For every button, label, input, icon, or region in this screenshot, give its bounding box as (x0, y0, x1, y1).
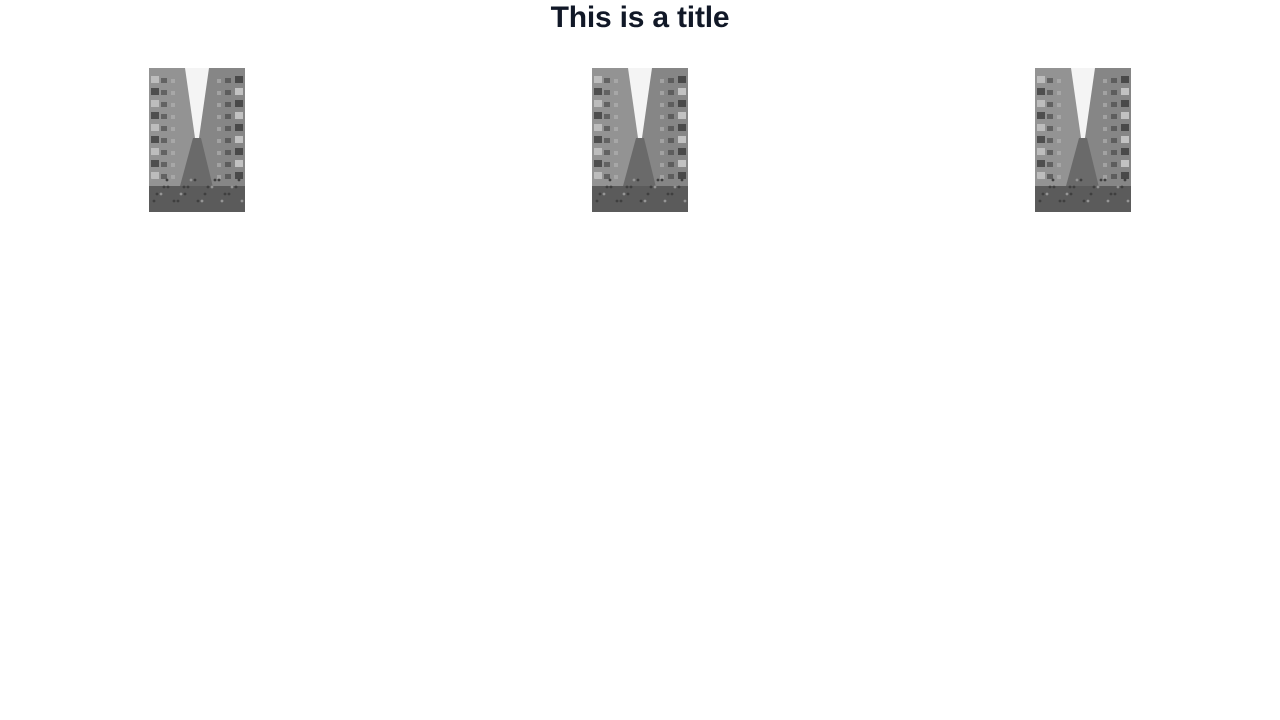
gallery-image[interactable] (149, 68, 245, 212)
image-gallery (0, 68, 1280, 212)
street-photo-image (149, 68, 245, 212)
page: This is a title (0, 0, 1280, 720)
street-photo-image (592, 68, 688, 212)
street-photo-image (1035, 68, 1131, 212)
gallery-image[interactable] (592, 68, 688, 212)
gallery-image[interactable] (1035, 68, 1131, 212)
page-title: This is a title (550, 1, 730, 34)
